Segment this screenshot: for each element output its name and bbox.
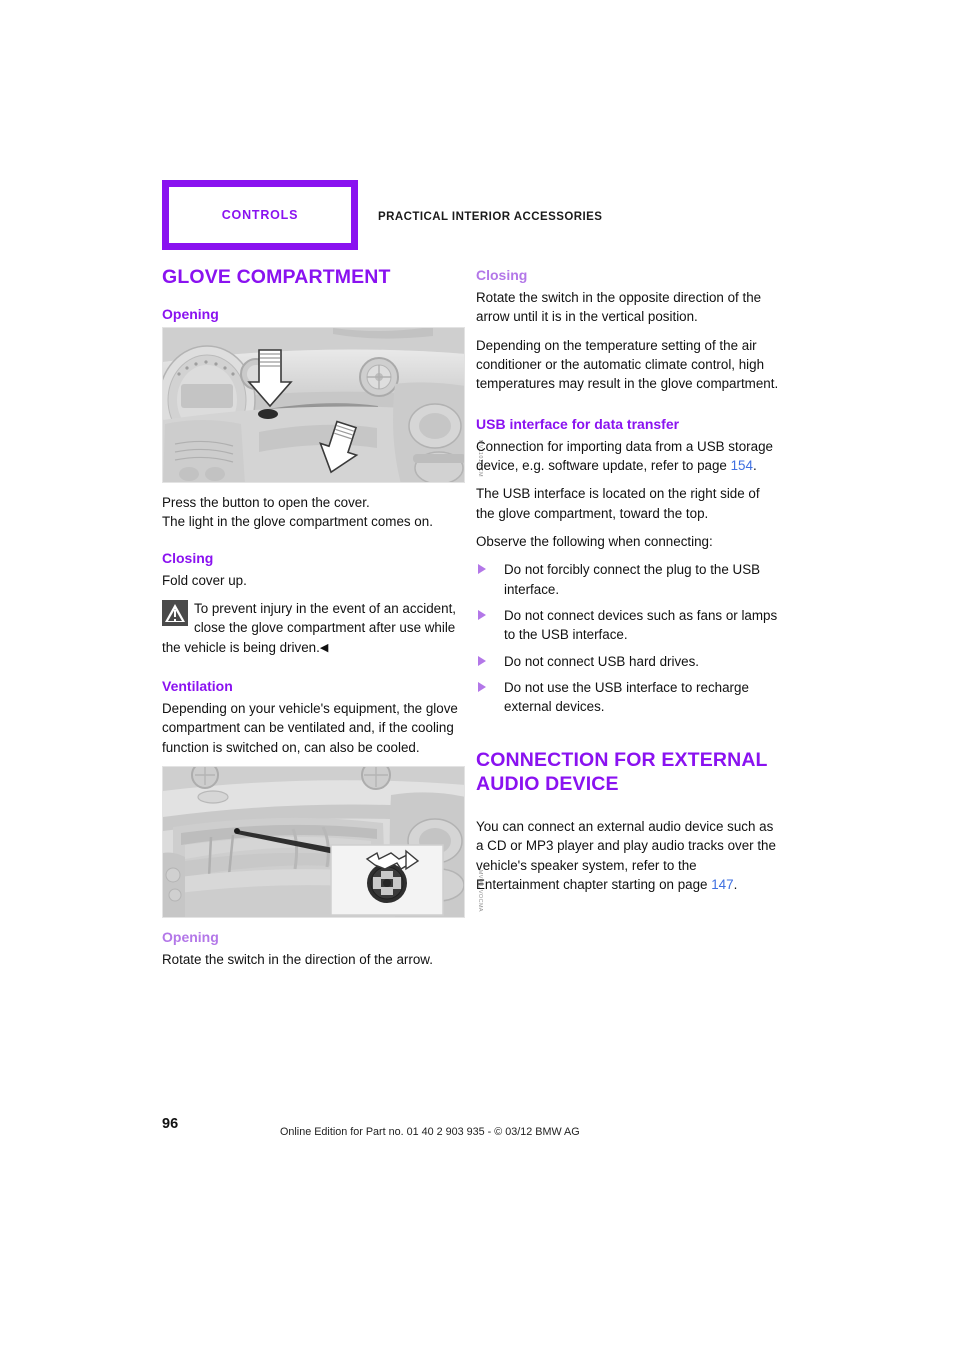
list-item: Do not connect USB hard drives. [476, 652, 779, 671]
list-item: Do not forcibly connect the plug to the … [476, 560, 779, 599]
manual-page: CONTROLS PRACTICAL INTERIOR ACCESSORIES … [0, 0, 954, 1350]
audio-text: You can connect an external audio device… [476, 817, 779, 894]
page-number: 96 [162, 1116, 179, 1132]
usb-text-1-before: Connection for importing data from a USB… [476, 438, 773, 474]
usb-bullet-list: Do not forcibly connect the plug to the … [476, 560, 779, 716]
figure-image-1 [162, 326, 465, 483]
list-item-label: Do not connect devices such as fans or l… [504, 607, 778, 643]
section-label: PRACTICAL INTERIOR ACCESSORIES [378, 211, 603, 223]
heading-ventilation: Ventilation [162, 677, 233, 694]
chapter-label: CONTROLS [221, 208, 299, 222]
heading-closing-right: Closing [476, 267, 528, 283]
list-item-label: Do not connect USB hard drives. [504, 653, 700, 669]
chapter-tab: CONTROLS [162, 180, 358, 250]
imprint-line: Online Edition for Part no. 01 40 2 903 … [280, 1126, 580, 1138]
page-title-external-audio: CONNECTION FOR EXTERNAL AUDIO DEVICE [476, 749, 768, 796]
open-glovebox-illustration [163, 767, 464, 918]
page-ref-154[interactable]: 154 [731, 458, 753, 473]
usb-text-3: Observe the following when connecting: [476, 534, 713, 550]
warning-end-mark: ◀ [319, 641, 329, 654]
figure-dashboard-glovebox: MV1101 1CM [162, 326, 483, 483]
usb-text-1-after: . [752, 458, 757, 474]
triangle-bullet-icon [478, 564, 486, 575]
opening-text-line-1: Press the button to open the cover. [162, 494, 370, 510]
warning-note-text: To prevent injury in the event of an acc… [162, 601, 457, 655]
page-footer: 96 Online Edition for Part no. 01 40 2 9… [162, 1108, 782, 1156]
page-title-glove-compartment: GLOVE COMPARTMENT [162, 266, 391, 288]
warning-icon [162, 600, 188, 627]
list-item: Do not connect devices such as fans or l… [476, 606, 779, 645]
switch-detail-callout [330, 844, 444, 916]
figure-open-glovebox: MV0UJVOCMA [162, 766, 483, 919]
triangle-bullet-icon [478, 655, 486, 666]
list-item-label: Do not forcibly connect the plug to the … [504, 562, 761, 597]
chapter-tab-inner: CONTROLS [169, 187, 351, 243]
closing-right-text-2: Depending on the temperature setting of … [476, 337, 779, 392]
figure-image-2 [162, 766, 465, 919]
heading-opening-switch: Opening [162, 929, 219, 946]
closing-right-text-1: Rotate the switch in the opposite direct… [476, 290, 762, 325]
audio-text-after: . [733, 876, 738, 892]
opening-text-line-2: The light in the glove compartment comes… [162, 514, 433, 530]
list-item: Do not use the USB interface to recharge… [476, 678, 779, 717]
right-column: Closing Rotate the switch in the opposit… [476, 266, 779, 903]
triangle-bullet-icon [478, 681, 486, 692]
dashboard-illustration [163, 327, 464, 482]
heading-opening: Opening [162, 305, 219, 322]
heading-usb-interface: USB interface for data transfer [476, 415, 680, 432]
running-header: CONTROLS PRACTICAL INTERIOR ACCESSORIES [162, 180, 782, 250]
list-item-label: Do not use the USB interface to recharge… [504, 679, 749, 715]
left-column: GLOVE COMPARTMENT Opening MV1101 1CM Pre… [162, 266, 483, 979]
ventilation-text: Depending on your vehicle's equipment, t… [162, 701, 458, 755]
opening-switch-text: Rotate the switch in the direction of th… [162, 952, 433, 968]
heading-closing-left: Closing [162, 549, 214, 566]
triangle-bullet-icon [478, 609, 486, 620]
warning-note: To prevent injury in the event of an acc… [162, 599, 465, 657]
page-ref-147[interactable]: 147 [711, 877, 733, 892]
closing-text-left: Fold cover up. [162, 572, 247, 588]
usb-text-2: The USB interface is located on the righ… [476, 486, 760, 521]
usb-text-1: Connection for importing data from a USB… [476, 437, 779, 476]
